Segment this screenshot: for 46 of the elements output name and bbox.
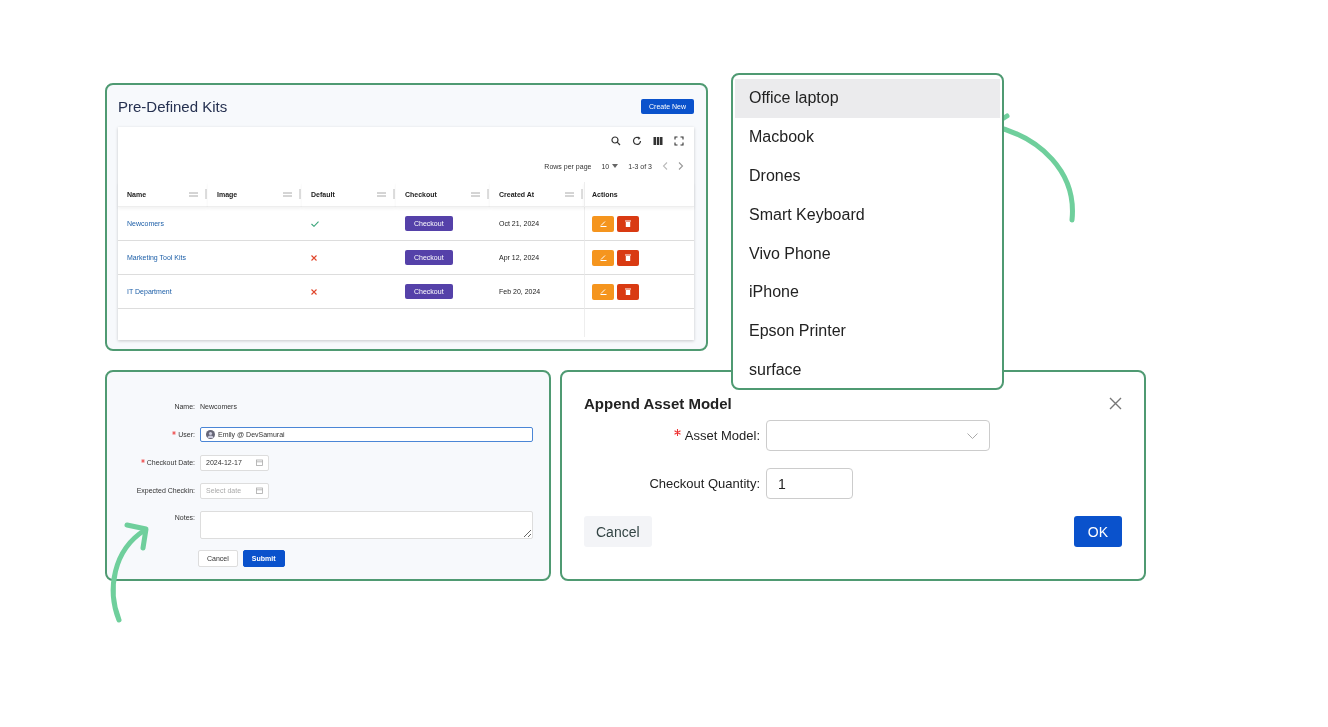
dropdown-option[interactable]: Vivo Phone — [735, 234, 1000, 273]
drag-handle-icon[interactable] — [565, 191, 574, 197]
calendar-icon — [256, 487, 263, 494]
asset-model-select[interactable] — [766, 420, 990, 451]
drag-handle-icon[interactable] — [377, 191, 386, 197]
pencil-icon — [599, 220, 607, 227]
delete-button[interactable] — [617, 283, 639, 300]
edit-button[interactable] — [592, 215, 614, 232]
edit-button[interactable] — [592, 249, 614, 266]
dropdown-option[interactable]: Drones — [735, 156, 1000, 196]
field-label: Asset Model: — [684, 428, 760, 443]
columns-icon[interactable] — [653, 136, 663, 146]
fullscreen-icon[interactable] — [674, 136, 684, 146]
cancel-button[interactable]: Cancel — [584, 516, 652, 547]
close-icon[interactable] — [1109, 396, 1122, 410]
search-icon[interactable] — [611, 136, 621, 146]
dropdown-option[interactable]: Smart Keyboard — [735, 195, 1000, 235]
dropdown-option[interactable]: surface — [735, 350, 1000, 390]
trash-icon — [625, 288, 631, 295]
drag-handle-icon[interactable] — [189, 191, 198, 197]
dropdown-option[interactable]: iPhone — [735, 273, 1000, 312]
chevron-down-icon — [967, 432, 978, 439]
dropdown-option[interactable]: Epson Printer — [735, 311, 1000, 351]
dialog-title: Append Asset Model — [584, 394, 732, 412]
next-page-icon[interactable] — [678, 162, 684, 170]
dropdown-option[interactable]: Macbook — [735, 117, 1000, 157]
dropdown-option[interactable]: Office laptop — [735, 79, 1000, 118]
trash-icon — [625, 254, 631, 261]
calendar-icon — [256, 459, 263, 466]
edit-button[interactable] — [592, 283, 614, 300]
avatar-icon — [206, 430, 215, 439]
delete-button[interactable] — [617, 215, 639, 232]
ok-button[interactable]: OK — [1073, 516, 1122, 547]
drag-handle-icon[interactable] — [471, 191, 480, 197]
trash-icon — [625, 220, 631, 227]
panel-title: Pre-Defined Kits — [118, 97, 228, 115]
caret-icon — [612, 164, 619, 168]
field-label: Checkout Quantity: — [649, 476, 760, 491]
pencil-icon — [599, 254, 607, 261]
notes-field[interactable] — [200, 511, 533, 539]
drag-handle-icon[interactable] — [283, 191, 292, 197]
pencil-icon — [599, 288, 607, 295]
quantity-field[interactable]: 1 — [766, 468, 853, 499]
previous-page-icon[interactable] — [662, 162, 668, 170]
refresh-icon[interactable] — [632, 136, 642, 146]
delete-button[interactable] — [617, 249, 639, 266]
